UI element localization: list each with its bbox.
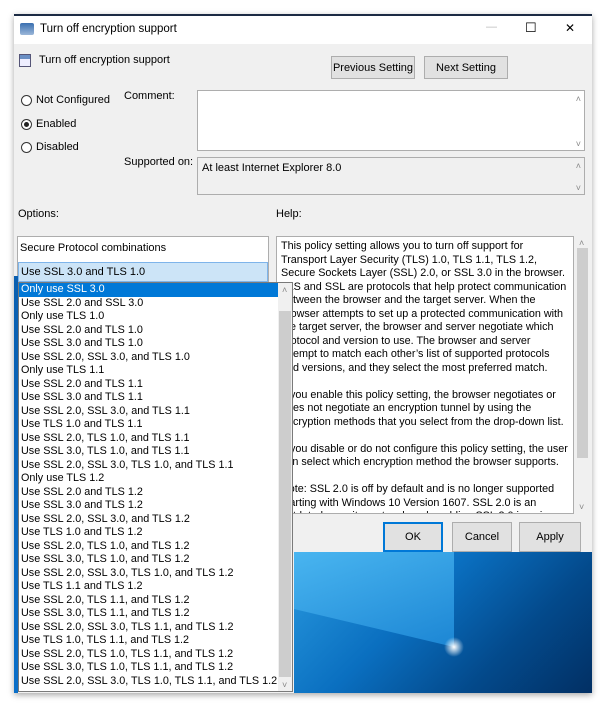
supported-on-field: At least Internet Explorer 8.0 ˄ ˅ — [197, 157, 585, 195]
radio-circle — [21, 118, 32, 130]
dropdown-option[interactable]: Use SSL 3.0, TLS 1.0, TLS 1.1, and TLS 1… — [19, 661, 278, 675]
window-logo-pane — [294, 552, 454, 647]
dropdown-option[interactable]: Only use TLS 1.2 — [19, 472, 278, 486]
options-panel: Secure Protocol combinations Use SSL 3.0… — [17, 236, 269, 283]
scrollbar-thumb[interactable] — [279, 311, 291, 677]
ok-button[interactable]: OK — [383, 522, 443, 552]
apply-button[interactable]: Apply — [519, 522, 581, 552]
help-paragraph: This policy setting allows you to turn o… — [281, 240, 567, 374]
radio-circle — [21, 141, 32, 153]
radio-label: Disabled — [36, 141, 79, 153]
options-label: Options: — [18, 208, 59, 220]
cancel-button[interactable]: Cancel — [452, 522, 512, 552]
supported-on-value: At least Internet Explorer 8.0 — [202, 162, 342, 174]
dropdown-option[interactable]: Use TLS 1.0 and TLS 1.1 — [19, 418, 278, 432]
window-title: Turn off encryption support — [40, 23, 177, 35]
policy-icon — [19, 54, 31, 67]
dropdown-option[interactable]: Only use TLS 1.1 — [19, 364, 278, 378]
help-text: This policy setting allows you to turn o… — [276, 236, 574, 514]
dropdown-option[interactable]: Use SSL 2.0, TLS 1.0, and TLS 1.2 — [19, 540, 278, 554]
radio-circle — [21, 94, 32, 106]
dropdown-option[interactable]: Use SSL 2.0 and TLS 1.0 — [19, 324, 278, 338]
dropdown-option[interactable]: Use SSL 2.0, SSL 3.0, and TLS 1.1 — [19, 405, 278, 419]
radio-label: Enabled — [36, 118, 77, 130]
dropdown-option[interactable]: Use SSL 3.0, TLS 1.0, and TLS 1.1 — [19, 445, 278, 459]
next-setting-button[interactable]: Next Setting — [424, 56, 508, 79]
dropdown-option[interactable]: Use SSL 2.0, SSL 3.0, TLS 1.0, TLS 1.1, … — [19, 675, 278, 689]
comment-label: Comment: — [124, 90, 175, 102]
desktop-wallpaper — [294, 552, 592, 693]
title-bar: Turn off encryption support — ☐ ✕ — [14, 16, 592, 44]
dropdown-option[interactable]: Use SSL 2.0 and SSL 3.0 — [19, 297, 278, 311]
dropdown-option[interactable]: Use SSL 2.0 and TLS 1.2 — [19, 486, 278, 500]
protocol-combobox[interactable]: Use SSL 3.0 and TLS 1.0 — [18, 262, 268, 282]
dropdown-option[interactable]: Use SSL 2.0, SSL 3.0, TLS 1.0, and TLS 1… — [19, 567, 278, 581]
dropdown-option[interactable]: Use SSL 2.0, TLS 1.1, and TLS 1.2 — [19, 594, 278, 608]
dropdown-option[interactable]: Use SSL 3.0 and TLS 1.2 — [19, 499, 278, 513]
policy-dialog: Turn off encryption support — ☐ ✕ Turn o… — [14, 14, 592, 693]
scroll-down-icon[interactable]: ˅ — [579, 502, 584, 512]
protocol-combinations-label: Secure Protocol combinations — [20, 242, 167, 254]
dropdown-option[interactable]: Use TLS 1.0, TLS 1.1, and TLS 1.2 — [19, 634, 278, 648]
protocol-dropdown-list[interactable]: Only use SSL 3.0 Use SSL 2.0 and SSL 3.0 O… — [18, 282, 293, 692]
help-paragraph: Note: SSL 2.0 is off by default and is n… — [281, 483, 555, 513]
scrollbar-thumb[interactable] — [577, 248, 588, 458]
dropdown-option[interactable]: Use SSL 3.0, TLS 1.0, and TLS 1.2 — [19, 553, 278, 567]
dropdown-option[interactable]: Use SSL 2.0, TLS 1.0, and TLS 1.1 — [19, 432, 278, 446]
radio-enabled[interactable]: Enabled — [21, 118, 76, 130]
app-icon — [20, 23, 34, 35]
dropdown-option[interactable]: Use SSL 2.0, SSL 3.0, TLS 1.1, and TLS 1… — [19, 621, 278, 635]
radio-not-configured[interactable]: Not Configured — [21, 94, 110, 106]
dropdown-option[interactable]: Use SSL 2.0, SSL 3.0, TLS 1.0, and TLS 1… — [19, 459, 278, 473]
dropdown-option[interactable]: Use TLS 1.0 and TLS 1.2 — [19, 526, 278, 540]
dropdown-option[interactable]: Use TLS 1.1 and TLS 1.2 — [19, 580, 278, 594]
scroll-up-icon: ˄ — [575, 161, 581, 171]
dropdown-option[interactable]: Only use SSL 3.0 — [19, 283, 278, 297]
close-button[interactable]: ✕ — [565, 21, 575, 35]
dropdown-option[interactable]: Use SSL 3.0 and TLS 1.1 — [19, 391, 278, 405]
scroll-down-icon[interactable]: ˅ — [576, 139, 581, 149]
scroll-down-icon: ˅ — [575, 183, 581, 193]
radio-disabled[interactable]: Disabled — [21, 141, 79, 153]
scroll-down-icon[interactable]: ˅ — [282, 680, 287, 690]
supported-on-label: Supported on: — [124, 156, 194, 168]
dropdown-option[interactable]: Use SSL 3.0, TLS 1.1, and TLS 1.2 — [19, 607, 278, 621]
dropdown-option[interactable]: Use SSL 2.0, SSL 3.0, and TLS 1.2 — [19, 513, 278, 527]
previous-setting-button[interactable]: Previous Setting — [331, 56, 415, 79]
scroll-up-icon[interactable]: ˄ — [282, 285, 287, 295]
setting-title: Turn off encryption support — [39, 54, 170, 66]
dropdown-scrollbar[interactable]: ˄ ˅ — [278, 283, 292, 691]
help-scrollbar[interactable]: ˄ ˅ — [574, 236, 591, 514]
combobox-value: Use SSL 3.0 and TLS 1.0 — [21, 266, 146, 278]
maximize-button[interactable]: ☐ — [525, 20, 537, 36]
comment-textarea[interactable]: ˄ ˅ — [197, 90, 585, 151]
dropdown-option[interactable]: Use SSL 3.0 and TLS 1.0 — [19, 337, 278, 351]
help-label: Help: — [276, 208, 302, 220]
scroll-up-icon[interactable]: ˄ — [576, 94, 581, 104]
help-paragraph: If you enable this policy setting, the b… — [281, 388, 564, 428]
dropdown-option[interactable]: Use SSL 2.0, SSL 3.0, and TLS 1.0 — [19, 351, 278, 365]
light-flare — [444, 637, 464, 657]
minimize-button[interactable]: — — [486, 21, 497, 33]
dropdown-option[interactable]: Use SSL 2.0, TLS 1.0, TLS 1.1, and TLS 1… — [19, 648, 278, 662]
radio-label: Not Configured — [36, 94, 110, 106]
help-paragraph: If you disable or do not configure this … — [281, 442, 568, 469]
scroll-up-icon[interactable]: ˄ — [579, 238, 584, 248]
dropdown-option[interactable]: Use SSL 2.0 and TLS 1.1 — [19, 378, 278, 392]
dropdown-option[interactable]: Only use TLS 1.0 — [19, 310, 278, 324]
